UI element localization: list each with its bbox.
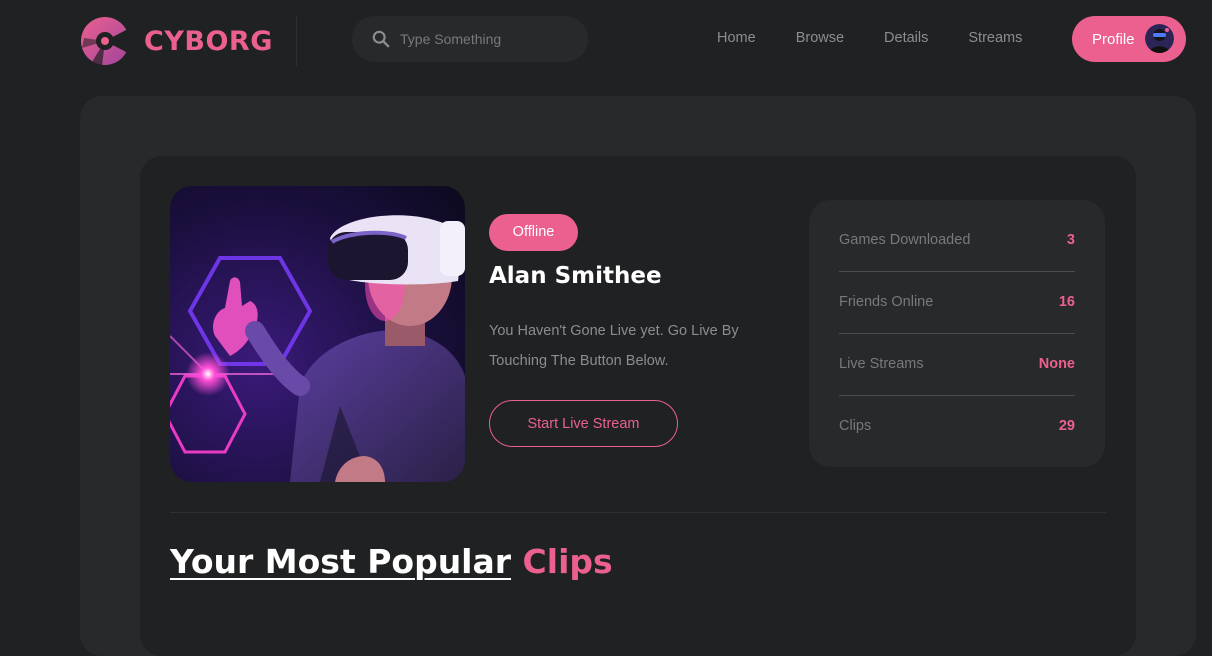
nav-link-home[interactable]: Home [717, 30, 756, 46]
main-nav: Home Browse Details Streams [717, 30, 1062, 46]
stat-value: 29 [1058, 418, 1075, 434]
profile-stats-panel: Games Downloaded 3 Friends Online 16 Liv… [809, 200, 1105, 467]
brand-logo[interactable]: CYBORG [80, 15, 273, 67]
profile-name: Alan Smithee [489, 263, 662, 289]
brand-name: CYBORG [144, 25, 273, 57]
top-header: CYBORG Home Browse Details Streams Profi… [0, 0, 1212, 80]
stat-value: 3 [1066, 232, 1075, 248]
profile-button[interactable]: Profile [1072, 16, 1186, 62]
search-input[interactable] [398, 30, 578, 48]
start-live-stream-button[interactable]: Start Live Stream [489, 400, 678, 447]
nav-link-browse[interactable]: Browse [796, 30, 844, 46]
avatar [1145, 24, 1174, 53]
stat-value: 16 [1058, 294, 1075, 310]
stat-value: None [1038, 356, 1075, 372]
section-heading-accent: Clips [522, 542, 613, 581]
stat-label: Games Downloaded [839, 232, 971, 248]
profile-description: You Haven't Gone Live yet. Go Live By To… [489, 323, 739, 369]
cyborg-logo-icon [81, 17, 130, 66]
section-heading-main: Your Most Popular [170, 542, 512, 581]
stat-row-friends-online: Friends Online 16 [839, 271, 1075, 333]
profile-button-label: Profile [1092, 30, 1135, 48]
profile-hero-image [170, 186, 465, 482]
search-bar[interactable] [352, 16, 588, 62]
stat-label: Clips [839, 418, 872, 434]
stat-row-live-streams: Live Streams None [839, 333, 1075, 395]
section-divider [170, 512, 1106, 513]
header-divider [296, 16, 297, 66]
nav-link-details[interactable]: Details [884, 30, 928, 46]
search-icon [372, 30, 390, 48]
section-heading-popular-clips: Your Most Popular Clips [170, 542, 613, 581]
stat-label: Live Streams [839, 356, 924, 372]
vr-user-illustration [170, 186, 465, 482]
stat-row-games-downloaded: Games Downloaded 3 [839, 209, 1075, 271]
status-badge: Offline [489, 214, 578, 251]
nav-link-streams[interactable]: Streams [968, 30, 1022, 46]
stat-row-clips: Clips 29 [839, 395, 1075, 457]
stat-label: Friends Online [839, 294, 934, 310]
